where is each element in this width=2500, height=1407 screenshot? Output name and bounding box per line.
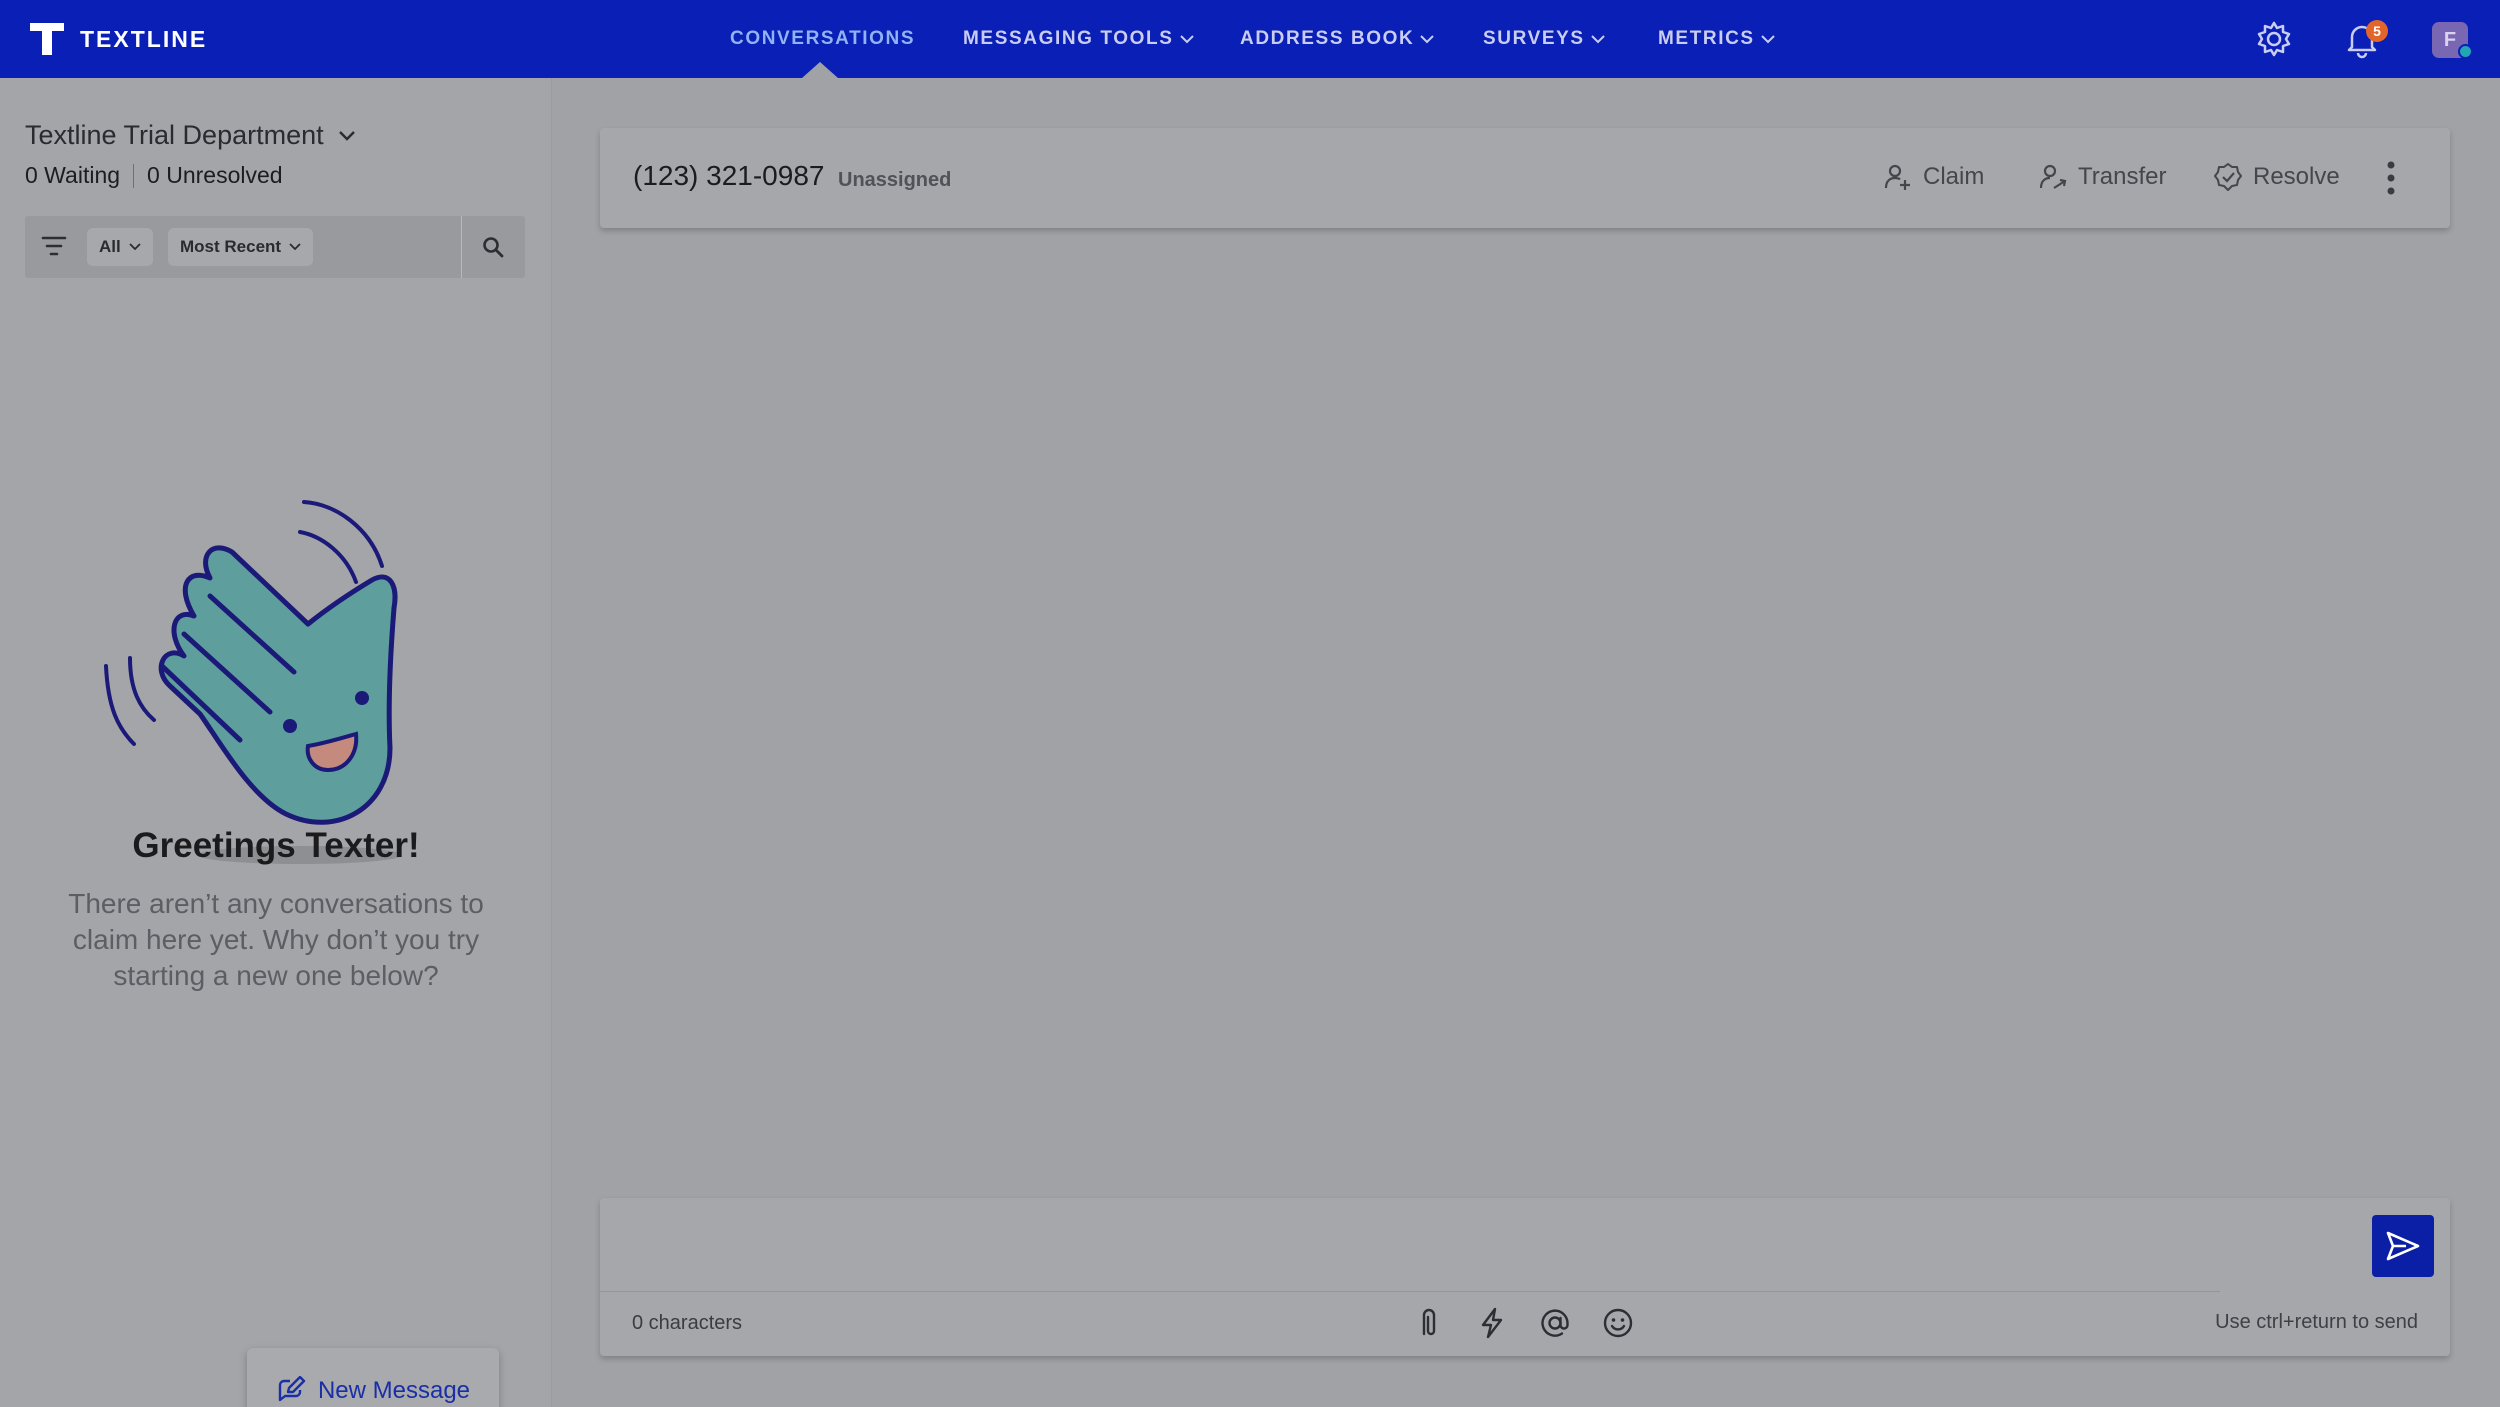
gear-icon[interactable]	[2254, 19, 2294, 59]
contact-phone[interactable]: (123) 321-0987	[633, 160, 824, 192]
textline-logo-icon	[30, 23, 64, 55]
nav-messaging-tools[interactable]: MESSAGING TOOLS	[963, 0, 1194, 78]
user-plus-icon	[1884, 164, 1910, 190]
notification-badge: 5	[2366, 20, 2388, 42]
nav-surveys[interactable]: SURVEYS	[1483, 0, 1605, 78]
divider	[133, 163, 135, 188]
search-icon[interactable]	[481, 235, 505, 259]
scope-filter-dropdown[interactable]: All	[87, 228, 153, 266]
message-composer: 0 characters Use ctrl+return to send	[600, 1198, 2450, 1356]
lightning-icon[interactable]	[1475, 1306, 1509, 1340]
conversation-counts: 0 Waiting 0 Unresolved	[25, 162, 283, 189]
paperclip-icon[interactable]	[1412, 1306, 1446, 1340]
claim-label: Claim	[1923, 163, 1985, 190]
chevron-down-icon	[129, 243, 141, 251]
divider	[600, 1291, 2220, 1292]
chevron-down-icon	[1760, 35, 1775, 44]
app-logo[interactable]: TEXTLINE	[28, 18, 207, 60]
chevron-down-icon	[338, 130, 355, 141]
nav-metrics[interactable]: METRICS	[1658, 0, 1775, 78]
department-name: Textline Trial Department	[25, 120, 324, 150]
divider	[461, 216, 462, 278]
empty-state-body: There aren’t any conversations to claim …	[68, 888, 484, 991]
transfer-button[interactable]: Transfer	[2038, 158, 2166, 196]
check-badge-icon	[2214, 163, 2242, 191]
department-selector[interactable]: Textline Trial Department	[25, 120, 356, 151]
character-count: 0 characters	[632, 1312, 743, 1334]
nav-surveys-label: SURVEYS	[1483, 28, 1585, 49]
at-icon[interactable]	[1538, 1306, 1572, 1340]
nav-metrics-label: METRICS	[1658, 28, 1755, 49]
message-input[interactable]	[618, 1210, 2358, 1282]
send-button[interactable]	[2372, 1215, 2434, 1277]
sort-value: Most Recent	[180, 237, 282, 256]
nav-messaging-tools-label: MESSAGING TOOLS	[963, 28, 1174, 49]
conversation-sidebar: Textline Trial Department 0 Waiting 0 Un…	[0, 78, 552, 1407]
empty-state-title: Greetings Texter!	[132, 826, 420, 865]
chevron-down-icon	[1179, 35, 1194, 44]
top-nav: TEXTLINE CONVERSATIONS MESSAGING TOOLS A…	[0, 0, 2500, 78]
chevron-down-icon	[1590, 35, 1605, 44]
nav-conversations-label: CONVERSATIONS	[730, 28, 916, 49]
waving-hand-illustration	[104, 500, 402, 864]
claim-button[interactable]: Claim	[1883, 158, 1984, 196]
more-options-icon[interactable]	[2386, 160, 2396, 196]
transfer-label: Transfer	[2078, 163, 2167, 190]
compose-icon	[278, 1376, 306, 1402]
resolve-button[interactable]: Resolve	[2213, 158, 2340, 196]
app-name: TEXTLINE	[80, 25, 208, 52]
user-transfer-icon	[2039, 164, 2067, 189]
new-message-label: New Message	[317, 1377, 471, 1404]
filter-bar: All Most Recent	[25, 216, 525, 278]
chevron-down-icon	[289, 243, 301, 251]
nav-address-book[interactable]: ADDRESS BOOK	[1240, 0, 1435, 78]
send-shortcut-hint: Use ctrl+return to send	[2215, 1311, 2418, 1333]
assignment-status: Unassigned	[838, 169, 952, 191]
resolve-label: Resolve	[2253, 163, 2340, 190]
scope-filter-value: All	[99, 237, 121, 256]
unresolved-count[interactable]: 0 Unresolved	[147, 162, 283, 189]
sort-dropdown[interactable]: Most Recent	[168, 228, 314, 266]
chevron-down-icon	[1420, 35, 1435, 44]
nav-address-book-label: ADDRESS BOOK	[1240, 28, 1415, 49]
filter-icon[interactable]	[41, 233, 67, 259]
new-message-button[interactable]: New Message	[247, 1348, 499, 1407]
active-nav-indicator	[802, 62, 838, 78]
waiting-count[interactable]: 0 Waiting	[25, 162, 120, 189]
emoji-icon[interactable]	[1601, 1306, 1635, 1340]
presence-indicator	[2458, 44, 2473, 59]
send-icon	[2386, 1231, 2420, 1261]
conversation-header: (123) 321-0987 Unassigned Claim Transfer…	[600, 128, 2450, 228]
